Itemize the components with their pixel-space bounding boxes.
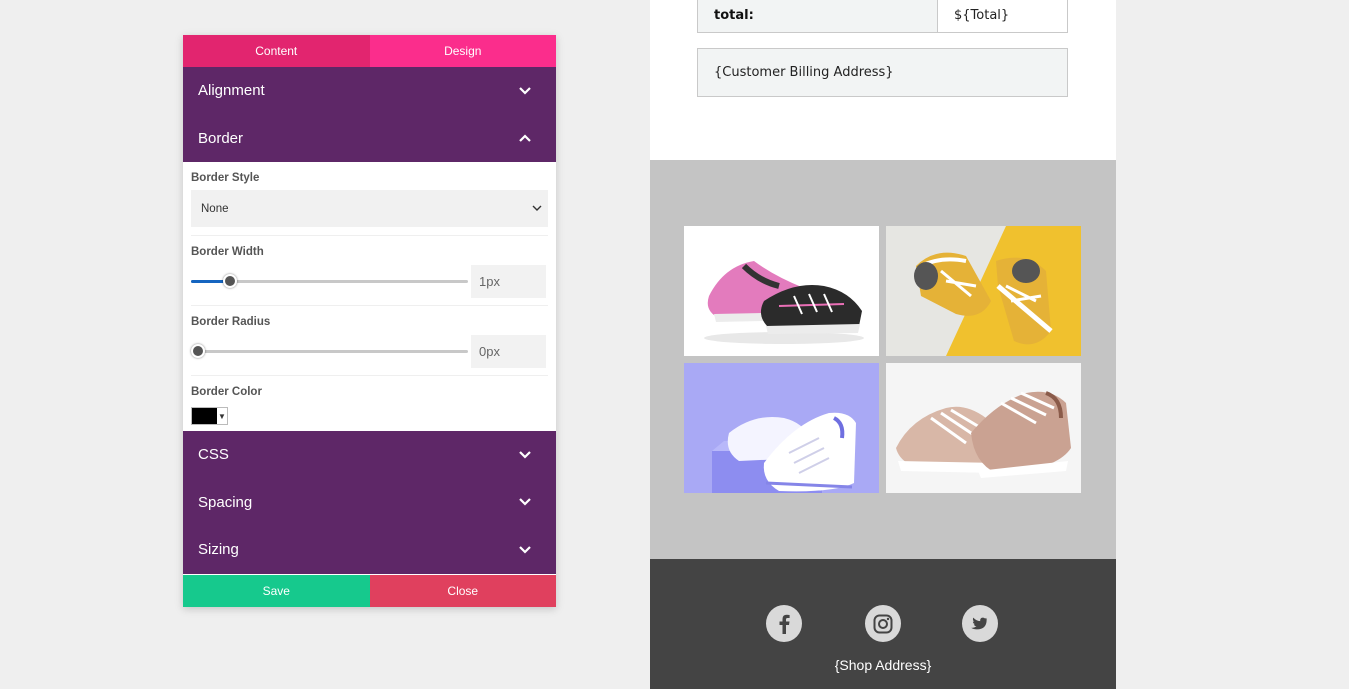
border-color-field: Border Color ▼: [191, 376, 548, 428]
border-width-slider[interactable]: [191, 271, 468, 291]
close-button[interactable]: Close: [369, 575, 556, 607]
border-width-input[interactable]: 1px: [471, 264, 546, 298]
border-width-label: Border Width: [191, 246, 264, 258]
instagram-icon[interactable]: [865, 605, 901, 642]
section-border-label: Border: [198, 129, 244, 147]
border-settings: Border Style None Border Width 1px Borde…: [183, 162, 556, 431]
border-radius-field: Border Radius 0px: [191, 306, 548, 376]
tab-content[interactable]: Content: [183, 35, 370, 67]
slider-handle[interactable]: [191, 344, 205, 358]
chevron-down-icon: [518, 84, 532, 98]
dropdown-arrow-icon: ▼: [218, 411, 226, 421]
section-css-label: CSS: [198, 446, 229, 464]
border-radius-input[interactable]: 0px: [471, 334, 546, 368]
white-sneakers-image[interactable]: [684, 363, 879, 493]
total-label: total:: [698, 0, 938, 32]
tab-design[interactable]: Design: [369, 35, 556, 67]
border-width-field: Border Width 1px: [191, 236, 548, 306]
pink-sneakers-image[interactable]: [684, 226, 879, 356]
yellow-sneakers-image[interactable]: [886, 226, 1081, 356]
slider-track: [191, 350, 468, 353]
section-css[interactable]: CSS: [183, 431, 556, 479]
section-alignment[interactable]: Alignment: [183, 67, 556, 115]
section-sizing[interactable]: Sizing: [183, 526, 556, 574]
facebook-icon[interactable]: [766, 605, 802, 642]
border-style-select[interactable]: None: [191, 190, 548, 227]
section-border[interactable]: Border: [183, 114, 556, 162]
border-color-picker[interactable]: ▼: [191, 407, 228, 425]
email-preview: total: ${Total} {Customer Billing Addres…: [650, 0, 1116, 689]
twitter-icon[interactable]: [962, 605, 998, 642]
shop-address: {Shop Address}: [834, 657, 932, 673]
editor-panel: Content Design Alignment Border Border S…: [183, 35, 556, 607]
chevron-down-icon: [518, 495, 532, 509]
color-swatch: [192, 408, 217, 424]
billing-address[interactable]: {Customer Billing Address}: [697, 48, 1068, 97]
chevron-down-icon: [532, 203, 542, 215]
editor-tabs: Content Design: [183, 35, 556, 67]
rose-gold-sneakers-image[interactable]: [886, 363, 1081, 493]
border-style-value: None: [201, 202, 229, 215]
total-value: ${Total}: [954, 8, 1010, 23]
section-spacing[interactable]: Spacing: [183, 478, 556, 526]
total-row: total: ${Total}: [697, 0, 1068, 33]
border-radius-slider[interactable]: [191, 341, 468, 361]
chevron-down-icon: [518, 543, 532, 557]
save-button[interactable]: Save: [183, 575, 370, 607]
border-radius-label: Border Radius: [191, 316, 271, 328]
section-spacing-label: Spacing: [198, 493, 253, 511]
border-color-label: Border Color: [191, 386, 262, 398]
border-style-label: Border Style: [191, 172, 260, 184]
section-sizing-label: Sizing: [198, 541, 239, 559]
social-footer: {Shop Address}: [650, 559, 1116, 689]
border-style-field: Border Style None: [191, 162, 548, 236]
chevron-down-icon: [518, 448, 532, 462]
editor-footer: Save Close: [183, 575, 556, 607]
image-gallery[interactable]: [650, 160, 1116, 559]
slider-handle[interactable]: [222, 274, 237, 288]
chevron-up-icon: [518, 131, 532, 145]
section-alignment-label: Alignment: [198, 82, 265, 100]
